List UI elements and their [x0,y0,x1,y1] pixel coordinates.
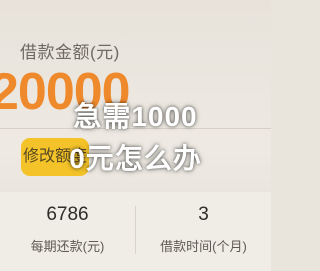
loan-screen: 借款金额(元) 20000 修改额度 急需1000 0元怎么办 6786 每期还… [0,0,271,271]
loan-term-label: 借款时间(个月) [160,239,247,254]
overlay-title: 急需1000 0元怎么办 [0,96,271,180]
monthly-repayment-stat: 6786 每期还款(元) [0,192,135,271]
monthly-repayment-label: 每期还款(元) [30,239,105,254]
overlay-title-line1: 急需1000 [73,101,198,132]
monthly-repayment-value: 6786 [46,204,89,225]
loan-term-stat: 3 借款时间(个月) [136,192,271,271]
loan-stats: 6786 每期还款(元) 3 借款时间(个月) [0,192,271,271]
loan-term-value: 3 [198,204,209,225]
overlay-title-line2: 0元怎么办 [69,143,202,174]
amount-label: 借款金额(元) [20,43,120,62]
